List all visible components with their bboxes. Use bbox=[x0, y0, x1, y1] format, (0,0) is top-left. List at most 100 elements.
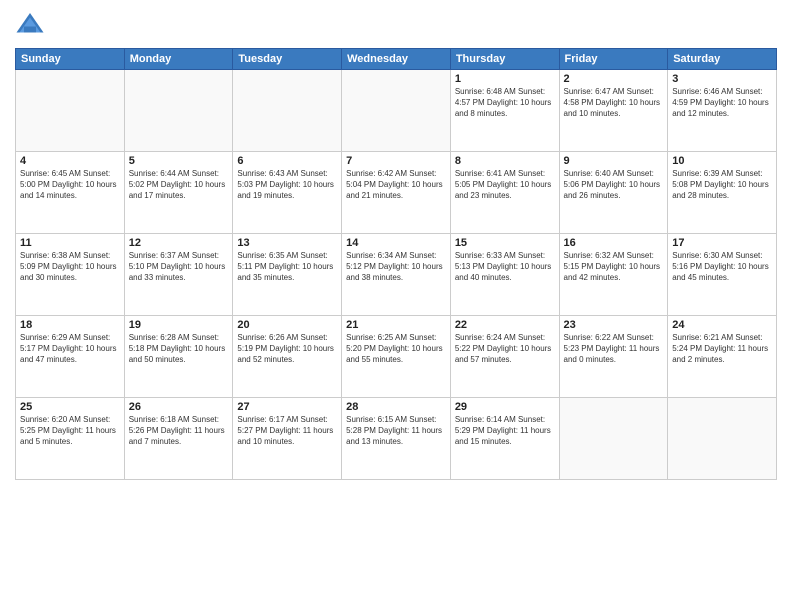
day-number: 14 bbox=[346, 237, 446, 249]
day-cell bbox=[233, 70, 342, 152]
day-cell: 19 Sunrise: 6:28 AM Sunset: 5:18 PM Dayli… bbox=[124, 316, 233, 398]
day-info: Sunrise: 6:40 AM Sunset: 5:06 PM Dayligh… bbox=[564, 169, 664, 201]
header bbox=[15, 10, 777, 40]
day-cell: 23 Sunrise: 6:22 AM Sunset: 5:23 PM Dayli… bbox=[559, 316, 668, 398]
day-info: Sunrise: 6:22 AM Sunset: 5:23 PM Dayligh… bbox=[564, 333, 664, 365]
day-info: Sunrise: 6:20 AM Sunset: 5:25 PM Dayligh… bbox=[20, 415, 120, 447]
day-info: Sunrise: 6:14 AM Sunset: 5:29 PM Dayligh… bbox=[455, 415, 555, 447]
day-number: 21 bbox=[346, 319, 446, 331]
day-info: Sunrise: 6:46 AM Sunset: 4:59 PM Dayligh… bbox=[672, 87, 772, 119]
day-number: 10 bbox=[672, 155, 772, 167]
day-info: Sunrise: 6:33 AM Sunset: 5:13 PM Dayligh… bbox=[455, 251, 555, 283]
day-number: 15 bbox=[455, 237, 555, 249]
page: SundayMondayTuesdayWednesdayThursdayFrid… bbox=[0, 0, 792, 612]
day-info: Sunrise: 6:17 AM Sunset: 5:27 PM Dayligh… bbox=[237, 415, 337, 447]
col-header-wednesday: Wednesday bbox=[342, 49, 451, 70]
col-header-thursday: Thursday bbox=[450, 49, 559, 70]
day-cell: 11Sunrise: 6:38 AM Sunset: 5:09 PM Dayli… bbox=[16, 234, 125, 316]
day-cell: 5 Sunrise: 6:44 AM Sunset: 5:02 PM Daylig… bbox=[124, 152, 233, 234]
logo-icon bbox=[15, 10, 45, 40]
day-number: 23 bbox=[564, 319, 664, 331]
day-info: Sunrise: 6:15 AM Sunset: 5:28 PM Dayligh… bbox=[346, 415, 446, 447]
day-info: Sunrise: 6:35 AM Sunset: 5:11 PM Dayligh… bbox=[237, 251, 337, 283]
day-info: Sunrise: 6:47 AM Sunset: 4:58 PM Dayligh… bbox=[564, 87, 664, 119]
day-info: Sunrise: 6:43 AM Sunset: 5:03 PM Dayligh… bbox=[237, 169, 337, 201]
col-header-saturday: Saturday bbox=[668, 49, 777, 70]
day-number: 1 bbox=[455, 73, 555, 85]
day-cell bbox=[559, 398, 668, 480]
day-info: Sunrise: 6:37 AM Sunset: 5:10 PM Dayligh… bbox=[129, 251, 229, 283]
day-cell: 6 Sunrise: 6:43 AM Sunset: 5:03 PM Daylig… bbox=[233, 152, 342, 234]
col-header-sunday: Sunday bbox=[16, 49, 125, 70]
day-number: 4 bbox=[20, 155, 120, 167]
day-info: Sunrise: 6:34 AM Sunset: 5:12 PM Dayligh… bbox=[346, 251, 446, 283]
col-header-friday: Friday bbox=[559, 49, 668, 70]
day-cell bbox=[668, 398, 777, 480]
day-cell: 1 Sunrise: 6:48 AM Sunset: 4:57 PM Daylig… bbox=[450, 70, 559, 152]
day-cell: 9Sunrise: 6:40 AM Sunset: 5:06 PM Daylig… bbox=[559, 152, 668, 234]
calendar-table: SundayMondayTuesdayWednesdayThursdayFrid… bbox=[15, 48, 777, 480]
day-info: Sunrise: 6:45 AM Sunset: 5:00 PM Dayligh… bbox=[20, 169, 120, 201]
day-cell: 13 Sunrise: 6:35 AM Sunset: 5:11 PM Dayli… bbox=[233, 234, 342, 316]
day-number: 13 bbox=[237, 237, 337, 249]
day-cell: 18 Sunrise: 6:29 AM Sunset: 5:17 PM Dayli… bbox=[16, 316, 125, 398]
header-row: SundayMondayTuesdayWednesdayThursdayFrid… bbox=[16, 49, 777, 70]
day-number: 8 bbox=[455, 155, 555, 167]
week-row-3: 18 Sunrise: 6:29 AM Sunset: 5:17 PM Dayli… bbox=[16, 316, 777, 398]
day-number: 22 bbox=[455, 319, 555, 331]
day-cell: 2Sunrise: 6:47 AM Sunset: 4:58 PM Daylig… bbox=[559, 70, 668, 152]
week-row-0: 1 Sunrise: 6:48 AM Sunset: 4:57 PM Daylig… bbox=[16, 70, 777, 152]
week-row-2: 11Sunrise: 6:38 AM Sunset: 5:09 PM Dayli… bbox=[16, 234, 777, 316]
day-number: 28 bbox=[346, 401, 446, 413]
day-cell: 21 Sunrise: 6:25 AM Sunset: 5:20 PM Dayli… bbox=[342, 316, 451, 398]
day-cell: 4 Sunrise: 6:45 AM Sunset: 5:00 PM Daylig… bbox=[16, 152, 125, 234]
logo bbox=[15, 10, 49, 40]
day-info: Sunrise: 6:28 AM Sunset: 5:18 PM Dayligh… bbox=[129, 333, 229, 365]
day-number: 6 bbox=[237, 155, 337, 167]
day-number: 11 bbox=[20, 237, 120, 249]
day-info: Sunrise: 6:42 AM Sunset: 5:04 PM Dayligh… bbox=[346, 169, 446, 201]
day-number: 25 bbox=[20, 401, 120, 413]
day-number: 18 bbox=[20, 319, 120, 331]
day-info: Sunrise: 6:24 AM Sunset: 5:22 PM Dayligh… bbox=[455, 333, 555, 365]
day-number: 20 bbox=[237, 319, 337, 331]
day-number: 16 bbox=[564, 237, 664, 249]
day-cell: 17Sunrise: 6:30 AM Sunset: 5:16 PM Dayli… bbox=[668, 234, 777, 316]
day-info: Sunrise: 6:48 AM Sunset: 4:57 PM Dayligh… bbox=[455, 87, 555, 119]
week-row-4: 25 Sunrise: 6:20 AM Sunset: 5:25 PM Dayli… bbox=[16, 398, 777, 480]
day-cell bbox=[124, 70, 233, 152]
day-info: Sunrise: 6:29 AM Sunset: 5:17 PM Dayligh… bbox=[20, 333, 120, 365]
day-number: 27 bbox=[237, 401, 337, 413]
day-cell: 29 Sunrise: 6:14 AM Sunset: 5:29 PM Dayli… bbox=[450, 398, 559, 480]
day-info: Sunrise: 6:44 AM Sunset: 5:02 PM Dayligh… bbox=[129, 169, 229, 201]
day-cell: 7 Sunrise: 6:42 AM Sunset: 5:04 PM Daylig… bbox=[342, 152, 451, 234]
day-info: Sunrise: 6:41 AM Sunset: 5:05 PM Dayligh… bbox=[455, 169, 555, 201]
day-number: 3 bbox=[672, 73, 772, 85]
day-cell: 26 Sunrise: 6:18 AM Sunset: 5:26 PM Dayli… bbox=[124, 398, 233, 480]
col-header-monday: Monday bbox=[124, 49, 233, 70]
day-info: Sunrise: 6:26 AM Sunset: 5:19 PM Dayligh… bbox=[237, 333, 337, 365]
day-cell bbox=[16, 70, 125, 152]
day-cell: 25 Sunrise: 6:20 AM Sunset: 5:25 PM Dayli… bbox=[16, 398, 125, 480]
day-cell: 20 Sunrise: 6:26 AM Sunset: 5:19 PM Dayli… bbox=[233, 316, 342, 398]
day-cell: 10Sunrise: 6:39 AM Sunset: 5:08 PM Dayli… bbox=[668, 152, 777, 234]
day-number: 19 bbox=[129, 319, 229, 331]
day-number: 7 bbox=[346, 155, 446, 167]
day-cell: 12 Sunrise: 6:37 AM Sunset: 5:10 PM Dayli… bbox=[124, 234, 233, 316]
day-info: Sunrise: 6:25 AM Sunset: 5:20 PM Dayligh… bbox=[346, 333, 446, 365]
day-number: 12 bbox=[129, 237, 229, 249]
day-number: 5 bbox=[129, 155, 229, 167]
day-cell: 16 Sunrise: 6:32 AM Sunset: 5:15 PM Dayli… bbox=[559, 234, 668, 316]
day-cell: 8 Sunrise: 6:41 AM Sunset: 5:05 PM Daylig… bbox=[450, 152, 559, 234]
day-number: 26 bbox=[129, 401, 229, 413]
day-cell bbox=[342, 70, 451, 152]
week-row-1: 4 Sunrise: 6:45 AM Sunset: 5:00 PM Daylig… bbox=[16, 152, 777, 234]
day-number: 29 bbox=[455, 401, 555, 413]
day-cell: 14 Sunrise: 6:34 AM Sunset: 5:12 PM Dayli… bbox=[342, 234, 451, 316]
day-info: Sunrise: 6:18 AM Sunset: 5:26 PM Dayligh… bbox=[129, 415, 229, 447]
day-cell: 15 Sunrise: 6:33 AM Sunset: 5:13 PM Dayli… bbox=[450, 234, 559, 316]
day-cell: 22 Sunrise: 6:24 AM Sunset: 5:22 PM Dayli… bbox=[450, 316, 559, 398]
day-info: Sunrise: 6:21 AM Sunset: 5:24 PM Dayligh… bbox=[672, 333, 772, 365]
col-header-tuesday: Tuesday bbox=[233, 49, 342, 70]
day-info: Sunrise: 6:32 AM Sunset: 5:15 PM Dayligh… bbox=[564, 251, 664, 283]
